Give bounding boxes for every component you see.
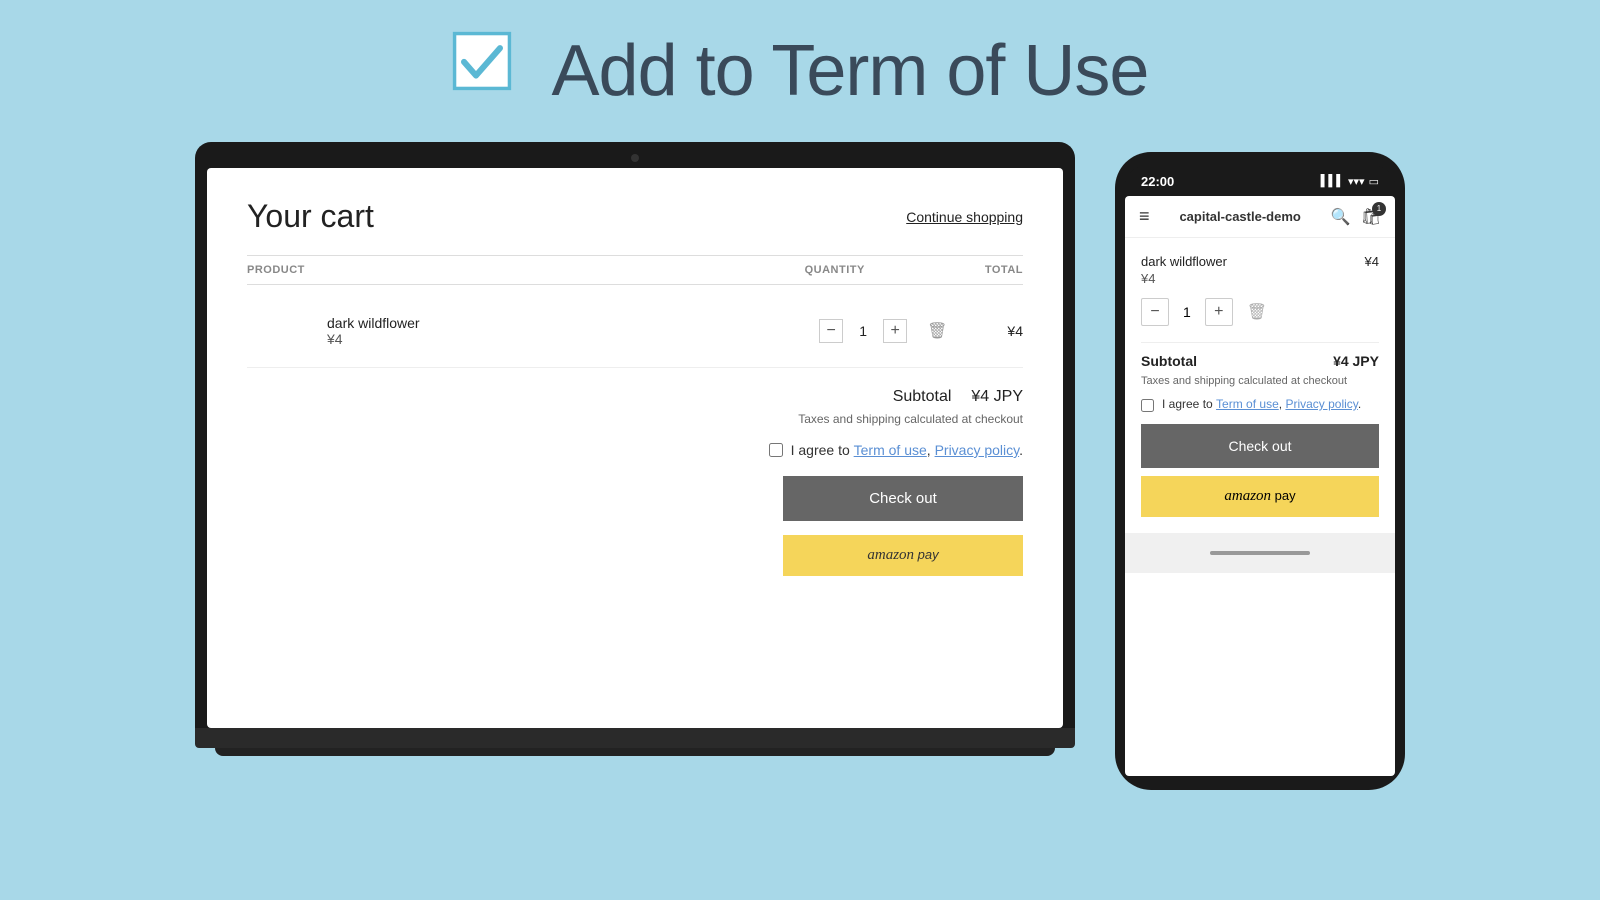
quantity-value: 1 xyxy=(853,323,873,339)
phone-amazon-label: amazon xyxy=(1224,488,1271,504)
cart-icon[interactable]: 🛍 1 xyxy=(1361,207,1381,227)
phone-cart-body: dark wildflower ¥4 ¥4 − 1 + 🗑 xyxy=(1125,238,1395,533)
col-quantity: QUANTITY xyxy=(805,264,865,276)
phone-nav: ≡ capital-castle-demo 🔍 🛍 1 xyxy=(1125,196,1395,238)
terms-label: I agree to Term of use, Privacy policy. xyxy=(791,442,1023,458)
privacy-policy-link[interactable]: Privacy policy xyxy=(935,442,1020,458)
phone-divider xyxy=(1141,342,1379,343)
phone-quantity-controls: − 1 + 🗑 xyxy=(1141,298,1379,326)
phone-item-price-tag: ¥4 xyxy=(1365,254,1379,269)
subtotal-row: Subtotal ¥4 JPY xyxy=(893,388,1023,406)
phone-decrease-qty-button[interactable]: − xyxy=(1141,298,1169,326)
increase-qty-button[interactable]: + xyxy=(883,319,907,343)
phone-status-icons: ▌▌▌ ▾▾▾ ▭ xyxy=(1321,175,1379,188)
decrease-qty-button[interactable]: − xyxy=(819,319,843,343)
checkmark-icon xyxy=(452,31,532,111)
laptop-camera xyxy=(631,154,639,162)
laptop-base xyxy=(195,728,1075,748)
phone-item-name: dark wildflower xyxy=(1141,254,1227,269)
store-name: capital-castle-demo xyxy=(1150,209,1331,224)
item-name: dark wildflower xyxy=(327,315,819,331)
phone-amazon-pay-button[interactable]: amazon pay xyxy=(1141,476,1379,517)
page-header: Add to Term of Use xyxy=(0,0,1600,132)
phone-bottom-bar xyxy=(1125,533,1395,573)
battery-icon: ▭ xyxy=(1369,175,1379,188)
search-icon[interactable]: 🔍 xyxy=(1331,207,1351,227)
phone-terms-row: I agree to Term of use, Privacy policy. xyxy=(1141,397,1379,412)
main-content: Your cart Continue shopping PRODUCT QUAN… xyxy=(0,142,1600,790)
page-title: Add to Term of Use xyxy=(552,30,1149,112)
phone-increase-qty-button[interactable]: + xyxy=(1205,298,1233,326)
phone-screen: ≡ capital-castle-demo 🔍 🛍 1 xyxy=(1125,196,1395,776)
subtotal-section: Subtotal ¥4 JPY Taxes and shipping calcu… xyxy=(247,388,1023,576)
phone-nav-icons: 🔍 🛍 1 xyxy=(1331,207,1381,227)
continue-shopping-link[interactable]: Continue shopping xyxy=(906,209,1023,225)
terms-checkbox[interactable] xyxy=(769,443,783,457)
phone-mockup: 22:00 ▌▌▌ ▾▾▾ ▭ ≡ capital-castle-demo 🔍 … xyxy=(1115,152,1405,790)
phone-privacy-policy-link[interactable]: Privacy policy xyxy=(1285,397,1357,411)
phone-subtotal-label: Subtotal xyxy=(1141,353,1197,369)
phone-terms-label: I agree to Term of use, Privacy policy. xyxy=(1162,397,1361,411)
cart-badge: 1 xyxy=(1372,202,1386,216)
phone-subtotal-row: Subtotal ¥4 JPY xyxy=(1141,353,1379,369)
col-product: PRODUCT xyxy=(247,264,805,276)
phone-term-of-use-link[interactable]: Term of use xyxy=(1216,397,1279,411)
signal-icon: ▌▌▌ xyxy=(1321,175,1344,187)
phone-item-info: dark wildflower ¥4 xyxy=(1141,254,1227,286)
col-total: TOTAL xyxy=(985,264,1023,276)
amazon-pay-button[interactable]: amazon pay xyxy=(783,535,1023,576)
terms-row: I agree to Term of use, Privacy policy. xyxy=(769,442,1023,458)
menu-icon[interactable]: ≡ xyxy=(1139,206,1150,227)
quantity-controls: − 1 + 🗑 xyxy=(819,319,947,343)
phone-subtotal-value: ¥4 JPY xyxy=(1333,353,1379,369)
subtotal-label: Subtotal xyxy=(893,388,952,406)
subtotal-value: ¥4 JPY xyxy=(971,388,1023,406)
phone-quantity-value: 1 xyxy=(1183,304,1191,320)
phone-pay-label: pay xyxy=(1275,488,1296,503)
laptop-screen: Your cart Continue shopping PRODUCT QUAN… xyxy=(207,168,1063,728)
phone-time: 22:00 xyxy=(1141,174,1174,189)
phone-delete-button[interactable]: 🗑 xyxy=(1247,302,1267,322)
cart-title: Your cart xyxy=(247,198,374,235)
laptop-foot xyxy=(215,748,1055,756)
phone-body: 22:00 ▌▌▌ ▾▾▾ ▭ ≡ capital-castle-demo 🔍 … xyxy=(1115,152,1405,790)
pay-label: pay xyxy=(918,547,939,562)
item-price: ¥4 xyxy=(327,331,819,347)
cart-header-row: Your cart Continue shopping xyxy=(247,198,1023,235)
phone-checkout-button[interactable]: Check out xyxy=(1141,424,1379,468)
amazon-pay-label: amazon xyxy=(867,547,914,563)
item-info: dark wildflower ¥4 xyxy=(247,315,819,347)
wifi-icon: ▾▾▾ xyxy=(1348,175,1365,188)
laptop-body: Your cart Continue shopping PRODUCT QUAN… xyxy=(195,142,1075,728)
phone-item-subprice: ¥4 xyxy=(1141,271,1227,286)
phone-terms-checkbox[interactable] xyxy=(1141,399,1154,412)
checkout-button[interactable]: Check out xyxy=(783,476,1023,521)
home-indicator xyxy=(1210,551,1310,555)
phone-item-row: dark wildflower ¥4 ¥4 xyxy=(1141,254,1379,286)
term-of-use-link[interactable]: Term of use xyxy=(854,442,927,458)
cart-item-row: dark wildflower ¥4 − 1 + 🗑 ¥4 xyxy=(247,295,1023,368)
item-total: ¥4 xyxy=(1007,323,1023,339)
taxes-note: Taxes and shipping calculated at checkou… xyxy=(798,412,1023,426)
phone-taxes-note: Taxes and shipping calculated at checkou… xyxy=(1141,375,1379,387)
phone-status-bar: 22:00 ▌▌▌ ▾▾▾ ▭ xyxy=(1125,166,1395,196)
cart-columns: PRODUCT QUANTITY TOTAL xyxy=(247,255,1023,285)
laptop-mockup: Your cart Continue shopping PRODUCT QUAN… xyxy=(195,142,1075,756)
delete-item-button[interactable]: 🗑 xyxy=(927,321,947,341)
